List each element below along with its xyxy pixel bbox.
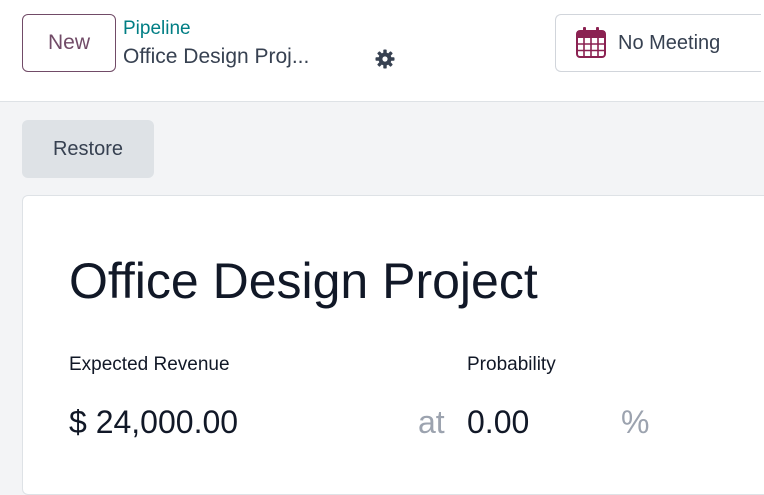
expected-revenue-label: Expected Revenue — [69, 354, 230, 375]
breadcrumb-parent-link[interactable]: Pipeline — [123, 18, 191, 40]
breadcrumb-current: Office Design Proj... — [123, 45, 310, 68]
at-text: at — [418, 404, 445, 440]
meeting-smart-button[interactable]: No Meeting — [555, 14, 761, 72]
calendar-icon — [574, 25, 608, 62]
expected-revenue-field[interactable]: $ 24,000.00 — [69, 404, 238, 441]
meeting-label: No Meeting — [618, 31, 721, 54]
opportunity-title[interactable]: Office Design Project — [69, 252, 538, 310]
restore-button[interactable]: Restore — [22, 120, 154, 178]
gear-icon[interactable] — [373, 47, 397, 71]
probability-field[interactable]: 0.00 — [467, 404, 529, 441]
form-sheet: Office Design Project Expected Revenue P… — [22, 195, 764, 495]
probability-label: Probability — [467, 354, 556, 375]
new-button[interactable]: New — [22, 14, 116, 72]
percent-sign: % — [621, 404, 650, 440]
control-panel: New Pipeline Office Design Proj... No Me… — [0, 0, 764, 102]
